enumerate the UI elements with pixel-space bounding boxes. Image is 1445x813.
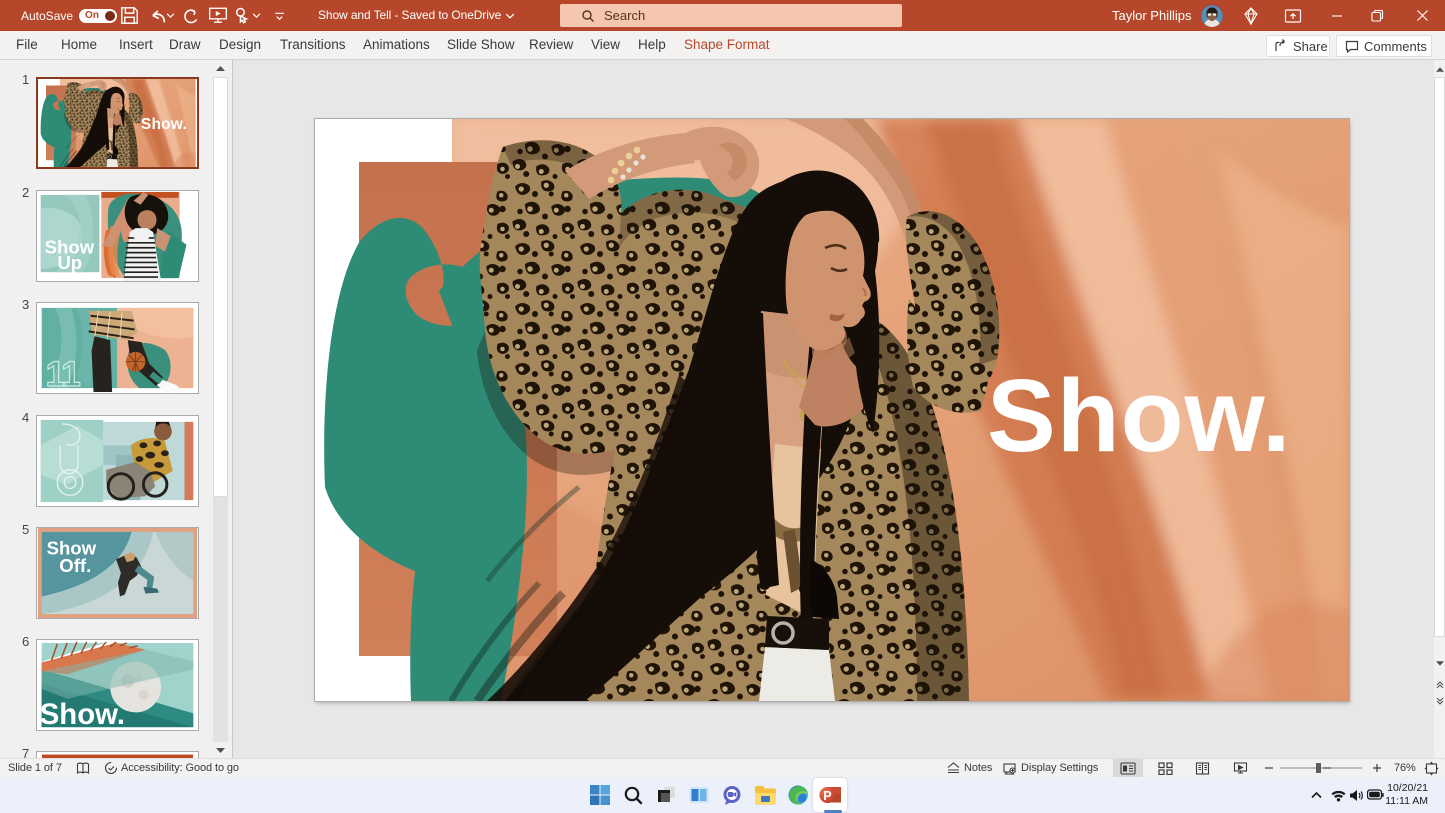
- svg-text:P: P: [823, 789, 831, 803]
